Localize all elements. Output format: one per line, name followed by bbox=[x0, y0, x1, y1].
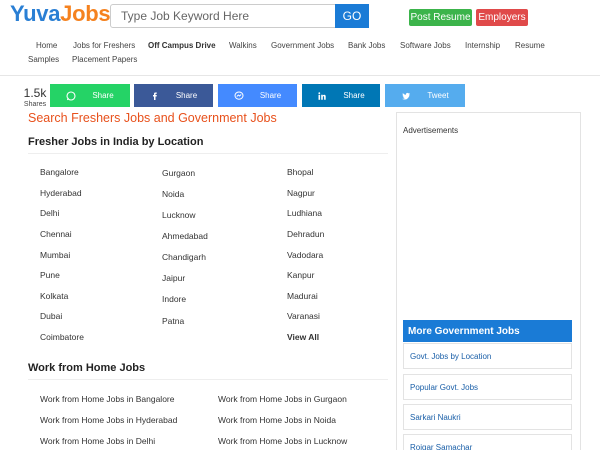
location-link[interactable]: Madurai bbox=[287, 291, 318, 301]
location-link[interactable]: Bhopal bbox=[287, 167, 313, 177]
whatsapp-share-label: Share bbox=[92, 91, 114, 100]
wfh-link[interactable]: Work from Home Jobs in Bangalore bbox=[40, 394, 174, 404]
facebook-share-button[interactable]: Share bbox=[134, 84, 213, 107]
gov-jobs-link[interactable]: Popular Govt. Jobs bbox=[403, 374, 572, 400]
linkedin-icon bbox=[318, 91, 327, 100]
twitter-icon bbox=[402, 92, 411, 100]
main-nav: Home Jobs for Freshers Off Campus Drive … bbox=[0, 38, 600, 70]
facebook-share-label: Share bbox=[175, 91, 198, 100]
location-link[interactable]: Lucknow bbox=[162, 210, 196, 220]
gov-jobs-link[interactable]: Sarkari Naukri bbox=[403, 404, 572, 430]
location-link[interactable]: Bangalore bbox=[40, 167, 79, 177]
location-link[interactable]: Mumbai bbox=[40, 250, 70, 260]
wfh-heading: Work from Home Jobs bbox=[28, 362, 146, 374]
wfh-link[interactable]: Work from Home Jobs in Delhi bbox=[40, 436, 155, 446]
location-link[interactable]: Indore bbox=[162, 294, 186, 304]
whatsapp-share-button[interactable]: Share bbox=[50, 84, 130, 107]
site-logo[interactable]: YuvaJobs bbox=[10, 1, 111, 27]
more-government-jobs-heading: More Government Jobs bbox=[403, 320, 572, 342]
location-link[interactable]: Delhi bbox=[40, 208, 59, 218]
location-link[interactable]: Noida bbox=[162, 189, 184, 199]
location-link[interactable]: Chennai bbox=[40, 229, 72, 239]
nav-software-jobs[interactable]: Software Jobs bbox=[400, 41, 451, 50]
search-go-button[interactable]: GO bbox=[335, 4, 369, 28]
share-count-label: Shares bbox=[23, 101, 47, 108]
location-link[interactable]: Patna bbox=[162, 316, 184, 326]
twitter-share-button[interactable]: Tweet bbox=[385, 84, 465, 107]
nav-samples[interactable]: Samples bbox=[28, 55, 59, 64]
facebook-icon bbox=[152, 92, 157, 100]
page-title: Search Freshers Jobs and Government Jobs bbox=[28, 111, 277, 125]
post-resume-button[interactable]: Post Resume bbox=[409, 9, 472, 26]
view-all-locations-link[interactable]: View All bbox=[287, 332, 319, 342]
nav-placement-papers[interactable]: Placement Papers bbox=[72, 55, 137, 64]
gov-jobs-link[interactable]: Rojgar Samachar bbox=[403, 434, 572, 450]
location-link[interactable]: Ahmedabad bbox=[162, 231, 208, 241]
wfh-link[interactable]: Work from Home Jobs in Hyderabad bbox=[40, 415, 177, 425]
wfh-link[interactable]: Work from Home Jobs in Gurgaon bbox=[218, 394, 347, 404]
nav-government-jobs[interactable]: Government Jobs bbox=[271, 41, 334, 50]
messenger-icon bbox=[234, 91, 244, 100]
advertisements-label: Advertisements bbox=[403, 126, 459, 135]
messenger-share-button[interactable]: Share bbox=[218, 84, 297, 107]
site-header: YuvaJobs GO Post Resume Employers bbox=[0, 0, 600, 34]
share-count: 1.5k Shares bbox=[22, 86, 48, 109]
nav-off-campus-drive[interactable]: Off Campus Drive bbox=[148, 41, 216, 50]
location-link[interactable]: Varanasi bbox=[287, 311, 320, 321]
location-link[interactable]: Kolkata bbox=[40, 291, 68, 301]
location-link[interactable]: Pune bbox=[40, 270, 60, 280]
logo-jobs: Jobs bbox=[60, 1, 111, 26]
nav-home[interactable]: Home bbox=[36, 41, 57, 50]
location-link[interactable]: Nagpur bbox=[287, 188, 315, 198]
nav-resume[interactable]: Resume bbox=[515, 41, 545, 50]
nav-internship[interactable]: Internship bbox=[465, 41, 500, 50]
locations-heading: Fresher Jobs in India by Location bbox=[28, 136, 204, 148]
location-link[interactable]: Kanpur bbox=[287, 270, 314, 280]
nav-bank-jobs[interactable]: Bank Jobs bbox=[348, 41, 385, 50]
twitter-share-label: Tweet bbox=[427, 91, 449, 100]
messenger-share-label: Share bbox=[259, 91, 282, 100]
wfh-link[interactable]: Work from Home Jobs in Lucknow bbox=[218, 436, 347, 446]
location-link[interactable]: Hyderabad bbox=[40, 188, 82, 198]
linkedin-share-button[interactable]: Share bbox=[302, 84, 380, 107]
location-link[interactable]: Coimbatore bbox=[40, 332, 84, 342]
search-box bbox=[110, 4, 336, 28]
whatsapp-icon bbox=[66, 90, 76, 101]
gov-jobs-link[interactable]: Govt. Jobs by Location bbox=[403, 343, 572, 369]
nav-walkins[interactable]: Walkins bbox=[229, 41, 257, 50]
share-count-number: 1.5k bbox=[23, 86, 47, 100]
locations-divider bbox=[28, 153, 388, 154]
linkedin-share-label: Share bbox=[343, 91, 365, 100]
location-link[interactable]: Dubai bbox=[40, 311, 62, 321]
nav-divider bbox=[0, 75, 600, 76]
employers-button[interactable]: Employers bbox=[476, 9, 528, 26]
wfh-divider bbox=[28, 379, 388, 380]
logo-yuva: Yuva bbox=[10, 1, 61, 26]
location-link[interactable]: Dehradun bbox=[287, 229, 324, 239]
nav-jobs-for-freshers[interactable]: Jobs for Freshers bbox=[73, 41, 135, 50]
search-input[interactable] bbox=[111, 5, 335, 27]
location-link[interactable]: Gurgaon bbox=[162, 168, 195, 178]
location-link[interactable]: Vadodara bbox=[287, 250, 323, 260]
location-link[interactable]: Jaipur bbox=[162, 273, 185, 283]
location-link[interactable]: Ludhiana bbox=[287, 208, 322, 218]
wfh-link[interactable]: Work from Home Jobs in Noida bbox=[218, 415, 336, 425]
location-link[interactable]: Chandigarh bbox=[162, 252, 206, 262]
